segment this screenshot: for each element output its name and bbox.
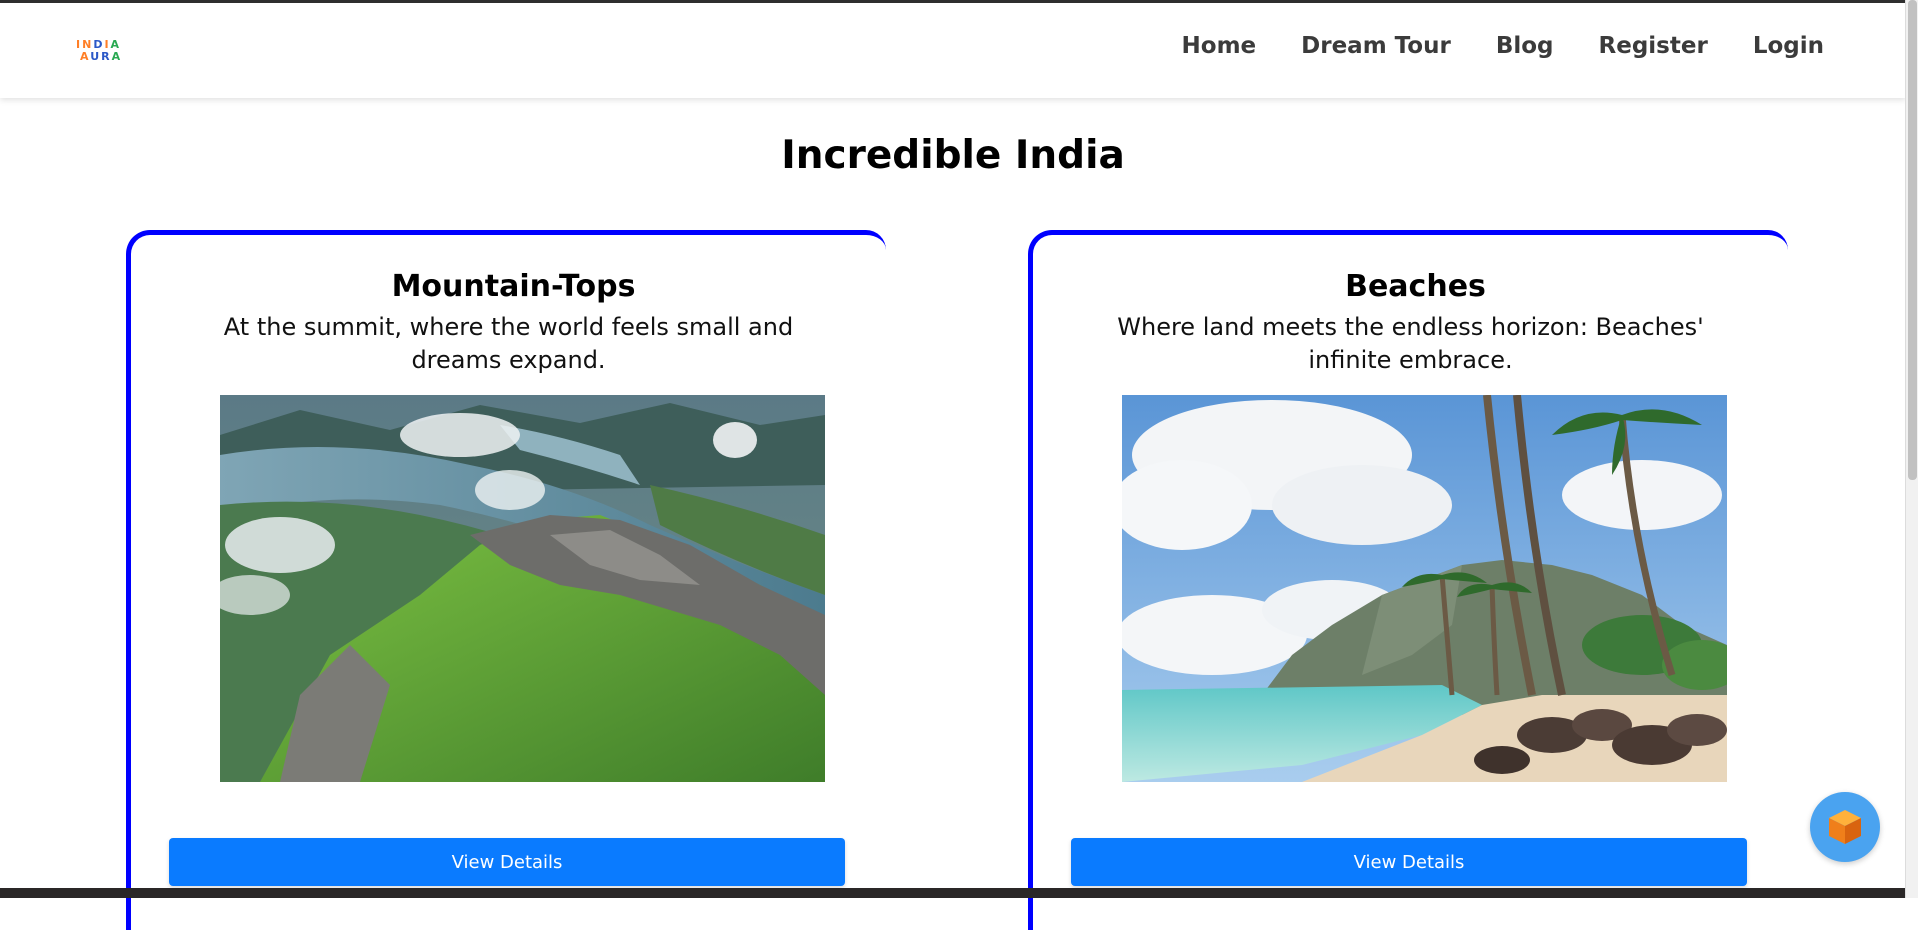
page-scrollbar[interactable]	[1905, 0, 1918, 898]
cube-icon	[1827, 808, 1863, 846]
view-details-button[interactable]: View Details	[1071, 838, 1747, 886]
page-title: Incredible India	[0, 133, 1906, 178]
chat-widget-button[interactable]	[1810, 792, 1880, 862]
beach-illustration	[1122, 395, 1727, 782]
logo-line2: AURA	[76, 51, 160, 63]
nav-home[interactable]: Home	[1182, 33, 1257, 59]
main-nav: Home Dream Tour Blog Register Login	[1182, 33, 1824, 59]
nav-login[interactable]: Login	[1753, 33, 1824, 59]
card-description: Where land meets the endless horizon: Be…	[1078, 311, 1743, 377]
india-aura-logo[interactable]: INDIA AURA	[76, 39, 160, 65]
view-details-button[interactable]: View Details	[169, 838, 845, 886]
nav-blog[interactable]: Blog	[1496, 33, 1554, 59]
beach-image	[1122, 395, 1727, 782]
nav-register[interactable]: Register	[1599, 33, 1708, 59]
card-title: Mountain-Tops	[131, 269, 896, 304]
mountain-image	[220, 395, 825, 782]
card-beaches: Beaches Where land meets the endless hor…	[1028, 230, 1768, 930]
scrollbar-thumb[interactable]	[1908, 0, 1917, 480]
card-description: At the summit, where the world feels sma…	[176, 311, 841, 377]
mountain-illustration	[220, 395, 825, 782]
top-navbar: INDIA AURA Home Dream Tour Blog Register…	[0, 0, 1906, 98]
nav-dream-tour[interactable]: Dream Tour	[1301, 33, 1451, 59]
card-mountain-tops: Mountain-Tops At the summit, where the w…	[126, 230, 866, 930]
card-title: Beaches	[1033, 269, 1798, 304]
os-taskbar	[0, 888, 1906, 898]
